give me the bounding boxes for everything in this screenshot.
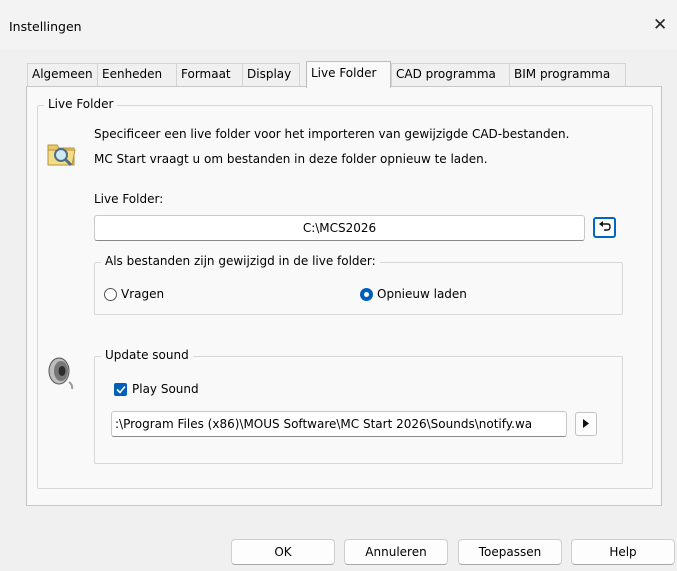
live-folder-group: Live Folder Specificeer een live folder … — [37, 97, 653, 489]
modified-files-group: Als bestanden zijn gewijzigd in de live … — [94, 254, 623, 315]
radio-unchecked-icon — [104, 287, 117, 301]
play-sound-button[interactable] — [575, 412, 597, 436]
tab-formaat[interactable]: Formaat — [176, 63, 243, 86]
folder-search-icon — [45, 136, 79, 170]
option-reload-radio[interactable]: Opnieuw laden — [360, 287, 467, 301]
tab-bim-programma[interactable]: BIM programma — [509, 63, 626, 86]
apply-button[interactable]: Toepassen — [458, 539, 562, 565]
option-ask-label: Vragen — [121, 287, 165, 301]
checkmark-icon — [114, 382, 127, 396]
tab-eenheden[interactable]: Eenheden — [97, 63, 177, 86]
undo-icon — [598, 220, 611, 235]
cancel-button[interactable]: Annuleren — [344, 539, 448, 565]
play-sound-checkbox[interactable]: Play Sound — [114, 382, 199, 396]
radio-checked-icon — [360, 287, 373, 301]
modified-files-group-title: Als bestanden zijn gewijzigd in de live … — [101, 254, 380, 268]
option-ask-radio[interactable]: Vragen — [104, 287, 164, 301]
tab-panel: Live Folder Specificeer een live folder … — [26, 86, 662, 506]
close-icon[interactable]: ✕ — [653, 10, 677, 40]
description-line-2: MC Start vraagt u om bestanden in deze f… — [94, 152, 488, 166]
help-button[interactable]: Help — [571, 539, 675, 565]
reset-folder-button[interactable] — [593, 217, 616, 238]
sound-path-input[interactable]: :\Program Files (x86)\MOUS Software\MC S… — [111, 411, 567, 437]
speaker-icon — [45, 356, 77, 392]
play-icon — [582, 417, 590, 431]
tab-algemeen[interactable]: Algemeen — [27, 63, 98, 86]
ok-button[interactable]: OK — [231, 539, 335, 565]
update-sound-group: Update sound Play Sound :\Program Files … — [94, 348, 623, 464]
live-folder-input[interactable]: C:\MCS2026 — [94, 215, 585, 241]
tab-cad-programma[interactable]: CAD programma — [391, 63, 510, 86]
tab-live-folder[interactable]: Live Folder — [306, 61, 391, 88]
title-bar: Instellingen ✕ — [0, 0, 677, 50]
tab-display[interactable]: Display — [242, 63, 300, 86]
play-sound-label: Play Sound — [132, 382, 199, 396]
live-folder-label: Live Folder: — [94, 192, 164, 206]
live-folder-group-title: Live Folder — [44, 97, 118, 111]
window-title: Instellingen — [9, 19, 82, 34]
update-sound-group-title: Update sound — [101, 348, 193, 362]
description-line-1: Specificeer een live folder voor het imp… — [94, 127, 570, 141]
option-reload-label: Opnieuw laden — [377, 287, 467, 301]
